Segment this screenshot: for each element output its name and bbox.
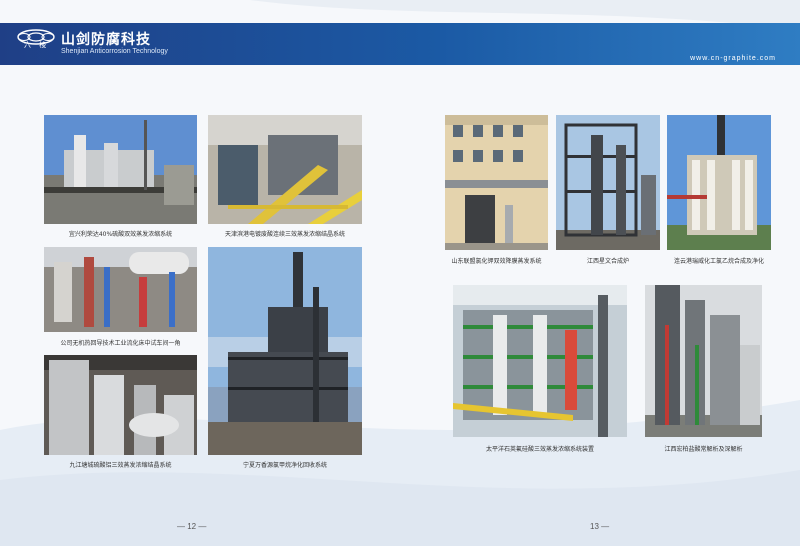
page-number-left: — 12 — [177,522,207,531]
photo-synthesis-furnace [556,115,660,250]
photo-crystallization-system [44,355,197,455]
photo-hydrochloric-acid-desorption [645,285,762,437]
photo-ethyl-chloride-synthesis [667,115,771,250]
caption-right-1: 山东联盟氯化钾双效降膜蒸发系统 [451,258,542,265]
page-number-right: 13 — [590,522,610,531]
caption-left-4: 九江塘城硫酸铝三效蒸发浓缩结晶系统 [69,462,172,469]
caption-right-4: 太平洋石英氟硅酸三效蒸发浓缩系统装置 [485,446,594,453]
caption-right-3: 连云港瑞威化工氯乙烷合成及净化 [673,258,764,265]
photo-fluorosilicic-acid-system [453,285,627,437]
caption-right-2: 江西星文合成炉 [586,258,629,265]
photo-pilot-workshop [44,247,197,332]
caption-left-5: 宁夏万香源氯甲烷净化回收系统 [242,462,327,469]
caption-left-1: 宜兴利荣达40%硫酸双效蒸发浓缩系统 [68,231,173,238]
website-url: www.cn-graphite.com [690,55,776,62]
brand-name-cn: 山剑防腐科技 [61,32,151,48]
photo-evaporation-system-1 [44,115,197,224]
caption-left-2: 天津滨港电镀废酸连续三效蒸发浓缩结晶系统 [224,231,345,238]
photo-potassium-chloride-system [445,115,548,250]
photo-evaporation-system-2 [208,115,362,224]
header-banner: 六 棱 山剑防腐科技 Shenjian Anticorrosion Techno… [0,23,800,65]
caption-left-3: 公司无机热回导技术工业流化床中试车间一角 [60,340,181,347]
logo-text: 六 棱 [24,41,50,49]
photo-methyl-chloride-system [208,247,362,455]
brand-name-en: Shenjian Anticorrosion Technology [61,48,168,55]
caption-right-5: 江西宏柏盐酸常解析及深解析 [664,446,743,453]
